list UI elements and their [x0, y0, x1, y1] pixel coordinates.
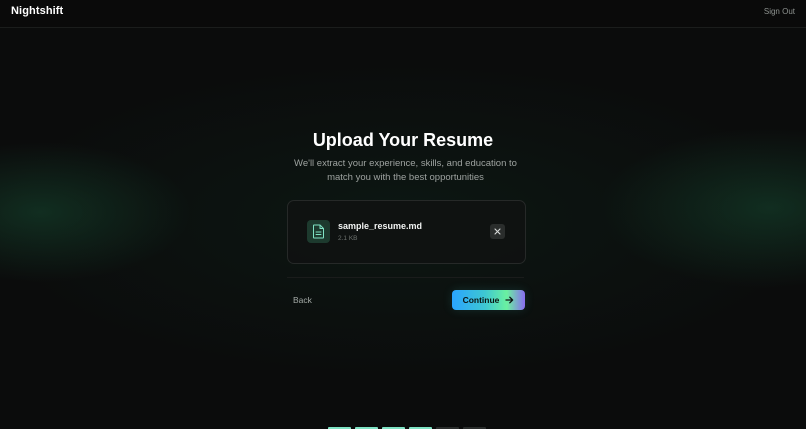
page-title: Upload Your Resume	[312, 130, 494, 150]
divider	[287, 277, 524, 278]
brand-logo[interactable]: Nightshift	[11, 5, 63, 17]
file-size: 2.1 KB	[338, 235, 358, 242]
upload-resume-page: Nightshift Sign Out Upload Your Resume W…	[0, 0, 806, 429]
continue-label: Continue	[462, 295, 500, 305]
close-icon	[494, 228, 501, 235]
page-subtitle: We'll extract your experience, skills, a…	[294, 158, 517, 183]
document-icon	[307, 220, 330, 243]
top-navigation-bar: Nightshift Sign Out	[0, 0, 806, 28]
continue-button[interactable]: Continue	[452, 290, 525, 310]
arrow-right-icon	[505, 296, 514, 304]
back-button[interactable]: Back	[293, 295, 312, 305]
uploaded-file-card: sample_resume.md 2.1 KB	[287, 200, 526, 264]
remove-file-button[interactable]	[490, 224, 505, 239]
sign-out-link[interactable]: Sign Out	[764, 7, 795, 16]
file-name: sample_resume.md	[338, 221, 423, 231]
